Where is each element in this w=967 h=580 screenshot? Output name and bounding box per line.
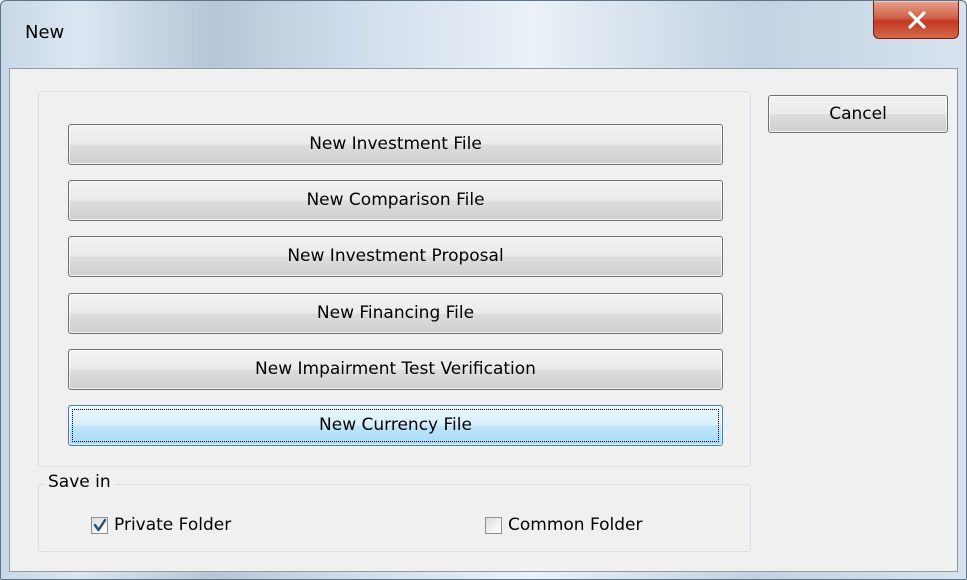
save-in-group: Save in Private Folder Common Folder xyxy=(38,472,751,552)
cancel-button[interactable]: Cancel xyxy=(768,95,948,133)
new-financing-file-button[interactable]: New Financing File xyxy=(68,293,723,334)
window-title: New xyxy=(25,22,65,43)
new-dialog-window: New New Investment File New Comparison F… xyxy=(0,0,967,580)
save-in-legend: Save in xyxy=(45,472,114,492)
new-impairment-test-verification-button[interactable]: New Impairment Test Verification xyxy=(68,349,723,390)
private-folder-checkbox[interactable] xyxy=(91,516,108,534)
private-folder-label: Private Folder xyxy=(114,515,232,535)
new-currency-file-button[interactable]: New Currency File xyxy=(68,405,723,446)
close-icon xyxy=(908,11,926,29)
new-comparison-file-button[interactable]: New Comparison File xyxy=(68,180,723,221)
checkmark-icon xyxy=(93,518,107,531)
new-investment-file-button[interactable]: New Investment File xyxy=(68,124,723,165)
private-folder-option[interactable]: Private Folder xyxy=(91,515,231,535)
common-folder-label: Common Folder xyxy=(508,515,643,535)
common-folder-option[interactable]: Common Folder xyxy=(485,515,643,535)
new-investment-proposal-button[interactable]: New Investment Proposal xyxy=(68,236,723,277)
close-button[interactable] xyxy=(873,1,959,39)
common-folder-checkbox[interactable] xyxy=(485,516,502,534)
dialog-client-area: New Investment File New Comparison File … xyxy=(9,68,958,572)
